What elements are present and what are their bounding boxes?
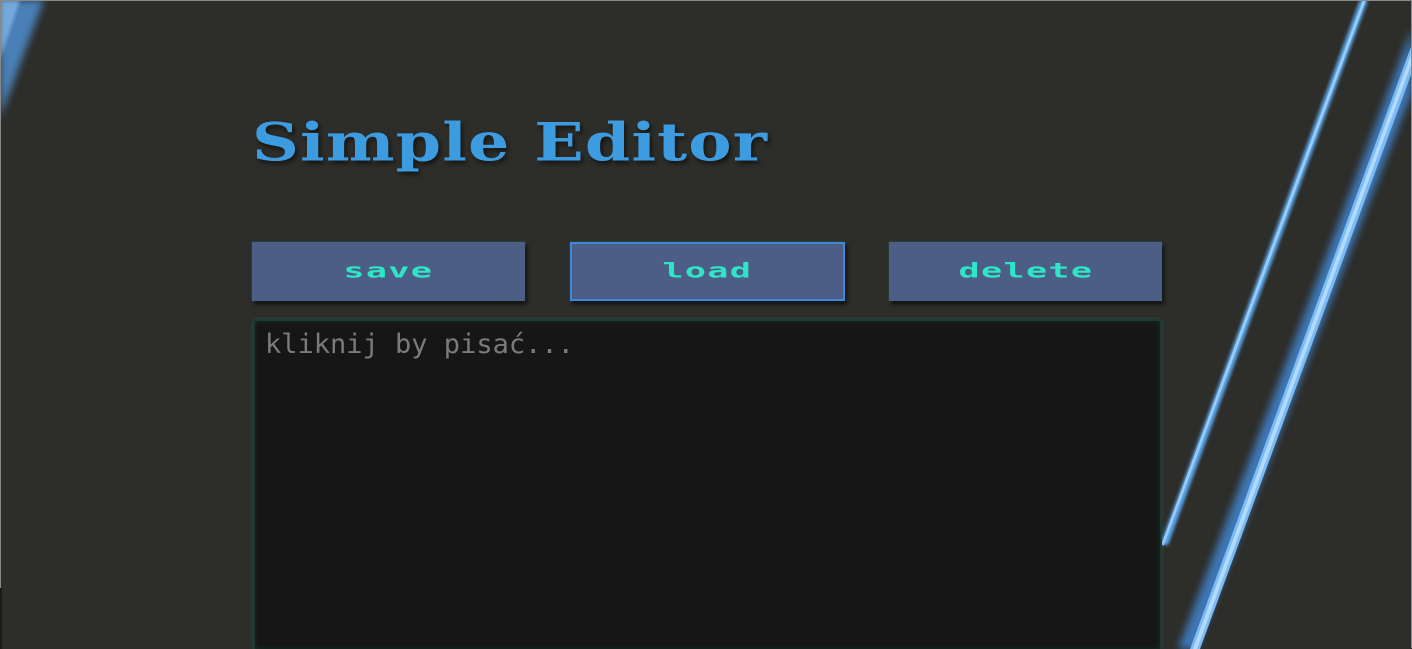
delete-button-label: delete (958, 259, 1093, 284)
load-button[interactable]: load (570, 242, 845, 301)
frame-edge (0, 588, 2, 649)
delete-button[interactable]: delete (889, 242, 1162, 301)
load-button-label: load (662, 259, 753, 284)
save-button[interactable]: save (252, 242, 525, 301)
save-button-label: save (343, 259, 434, 284)
page-title: Simple Editor (252, 112, 769, 174)
editor-textarea[interactable] (253, 319, 1162, 649)
